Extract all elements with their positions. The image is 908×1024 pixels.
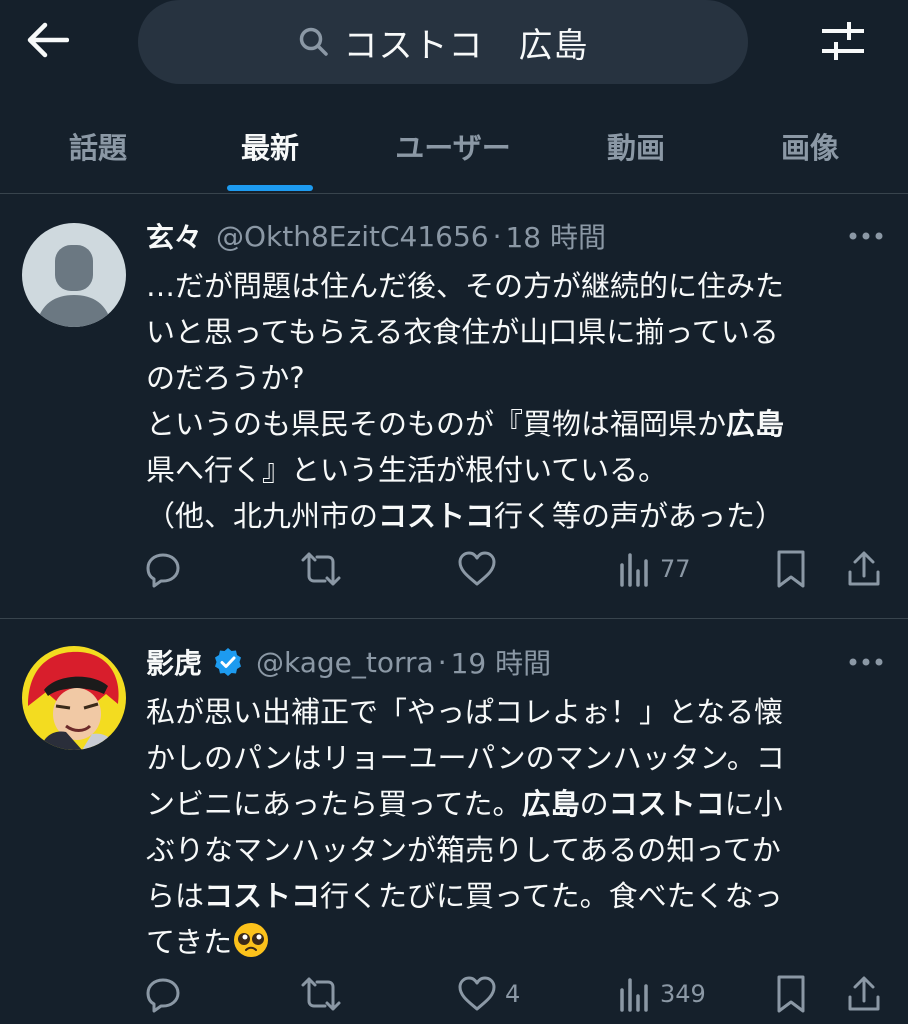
more-button[interactable]: [846, 226, 886, 246]
tweet-actions: 4 349: [0, 969, 908, 1019]
avatar[interactable]: [22, 646, 126, 750]
tweet-line: …だが問題は住んだ後、その方が継続的に住みた: [146, 269, 785, 303]
separator: ·: [492, 219, 502, 253]
search-icon: [299, 27, 328, 56]
tab-top[interactable]: 話題: [40, 100, 156, 192]
view-count: 77: [660, 555, 691, 583]
like-button[interactable]: [457, 544, 505, 594]
verified-badge-icon: [215, 648, 242, 676]
search-input[interactable]: コストコ 広島: [138, 0, 748, 84]
heart-icon: [458, 551, 496, 586]
active-tab-indicator: [227, 185, 313, 191]
keyword-highlight: 広島: [726, 407, 785, 441]
tweet-line: かしのパンはリョーユーパンのマンハッタン。コ: [146, 741, 785, 775]
keyword-highlight: コストコ: [204, 879, 321, 913]
reply-button[interactable]: [144, 544, 190, 594]
retweet-icon: [301, 552, 341, 586]
back-button[interactable]: [22, 18, 72, 62]
views-button[interactable]: 77: [618, 544, 691, 594]
display-name[interactable]: 影虎: [146, 642, 202, 682]
reply-icon: [146, 978, 180, 1013]
search-query: コストコ 広島: [343, 25, 589, 66]
sliders-icon: [822, 22, 864, 60]
user-handle[interactable]: @Okth8EzitC41656: [216, 220, 489, 253]
tweet-header: 影虎 @kage_torra · 19 時間: [146, 640, 551, 684]
tab-images[interactable]: 画像: [752, 100, 868, 192]
search-tabs: 話題 最新 ユーザー 動画 画像: [0, 100, 908, 192]
analytics-icon: [620, 553, 648, 587]
reply-button[interactable]: [144, 969, 190, 1019]
more-dots-icon: [849, 658, 883, 666]
keyword-highlight: コストコ: [378, 499, 495, 533]
user-handle[interactable]: @kage_torra: [256, 646, 434, 679]
like-count: 4: [505, 980, 521, 1008]
anime-character-avatar-icon: [22, 646, 126, 750]
heart-icon: [458, 976, 496, 1011]
keyword-highlight: 広島: [521, 787, 580, 821]
share-button[interactable]: [846, 544, 882, 594]
tweet-text: …だが問題は住んだ後、その方が継続的に住みた いと思ってもらえる衣食住が山口県に…: [146, 263, 876, 539]
tweet-line: というのも県民そのものが『買物は福岡県か広島: [146, 407, 785, 441]
keyword-highlight: コストコ: [608, 787, 725, 821]
share-button[interactable]: [846, 969, 882, 1019]
tweet-line: ンビニにあったら買ってた。広島のコストコに小: [146, 787, 783, 821]
timestamp[interactable]: 18 時間: [505, 216, 606, 256]
share-icon: [848, 976, 880, 1011]
retweet-icon: [301, 977, 341, 1011]
tab-people[interactable]: ユーザー: [372, 100, 534, 192]
retweet-button[interactable]: [300, 969, 350, 1019]
tweet-line: のだろうか?: [146, 361, 305, 395]
timestamp[interactable]: 19 時間: [451, 642, 552, 682]
tweet-line: （他、北九州市のコストコ行く等の声があった）: [146, 499, 785, 533]
retweet-button[interactable]: [300, 544, 350, 594]
tab-latest[interactable]: 最新: [212, 100, 328, 192]
analytics-icon: [620, 978, 648, 1012]
more-button[interactable]: [846, 652, 886, 672]
tweet-line: てきた: [146, 919, 876, 965]
reply-icon: [146, 553, 180, 588]
tweet-header: 玄々 @Okth8EzitC41656 · 18 時間: [146, 214, 606, 258]
tweet-line: 私が思い出補正で「やっぱコレよぉ！」となる懐: [146, 695, 784, 729]
more-dots-icon: [849, 232, 883, 240]
search-filter-button[interactable]: [815, 18, 871, 64]
tab-videos[interactable]: 動画: [578, 100, 694, 192]
bookmark-icon: [777, 975, 805, 1013]
tweet-line: 県へ行く』という生活が根付いている。: [146, 453, 668, 487]
default-avatar-icon: [22, 223, 126, 327]
back-arrow-icon: [27, 22, 69, 58]
tweet-line: いと思ってもらえる衣食住が山口県に揃っている: [146, 315, 779, 349]
top-bar: コストコ 広島: [0, 0, 908, 90]
share-icon: [848, 551, 880, 586]
views-button[interactable]: 349: [618, 969, 706, 1019]
tweet[interactable]: 影虎 @kage_torra · 19 時間 私が思い出補正で「やっぱコレよぉ！…: [0, 619, 908, 1024]
tweet-text: 私が思い出補正で「やっぱコレよぉ！」となる懐 かしのパンはリョーユーパンのマンハ…: [146, 689, 876, 965]
tweet-line: ぶりなマンハッタンが箱売りしてあるの知ってか: [146, 833, 781, 867]
bookmark-icon: [777, 550, 805, 588]
pleading-face-emoji-icon: [234, 923, 269, 957]
tweet[interactable]: 玄々 @Okth8EzitC41656 · 18 時間 …だが問題は住んだ後、そ…: [0, 194, 908, 618]
view-count: 349: [660, 980, 706, 1008]
bookmark-button[interactable]: [775, 544, 807, 594]
tweet-actions: 77: [0, 544, 908, 594]
bookmark-button[interactable]: [775, 969, 807, 1019]
like-button[interactable]: 4: [457, 969, 520, 1019]
avatar[interactable]: [22, 223, 126, 327]
tweet-line: らはコストコ行くたびに買ってた。食べたくなっ: [146, 879, 783, 913]
display-name[interactable]: 玄々: [146, 216, 202, 256]
separator: ·: [437, 645, 447, 679]
